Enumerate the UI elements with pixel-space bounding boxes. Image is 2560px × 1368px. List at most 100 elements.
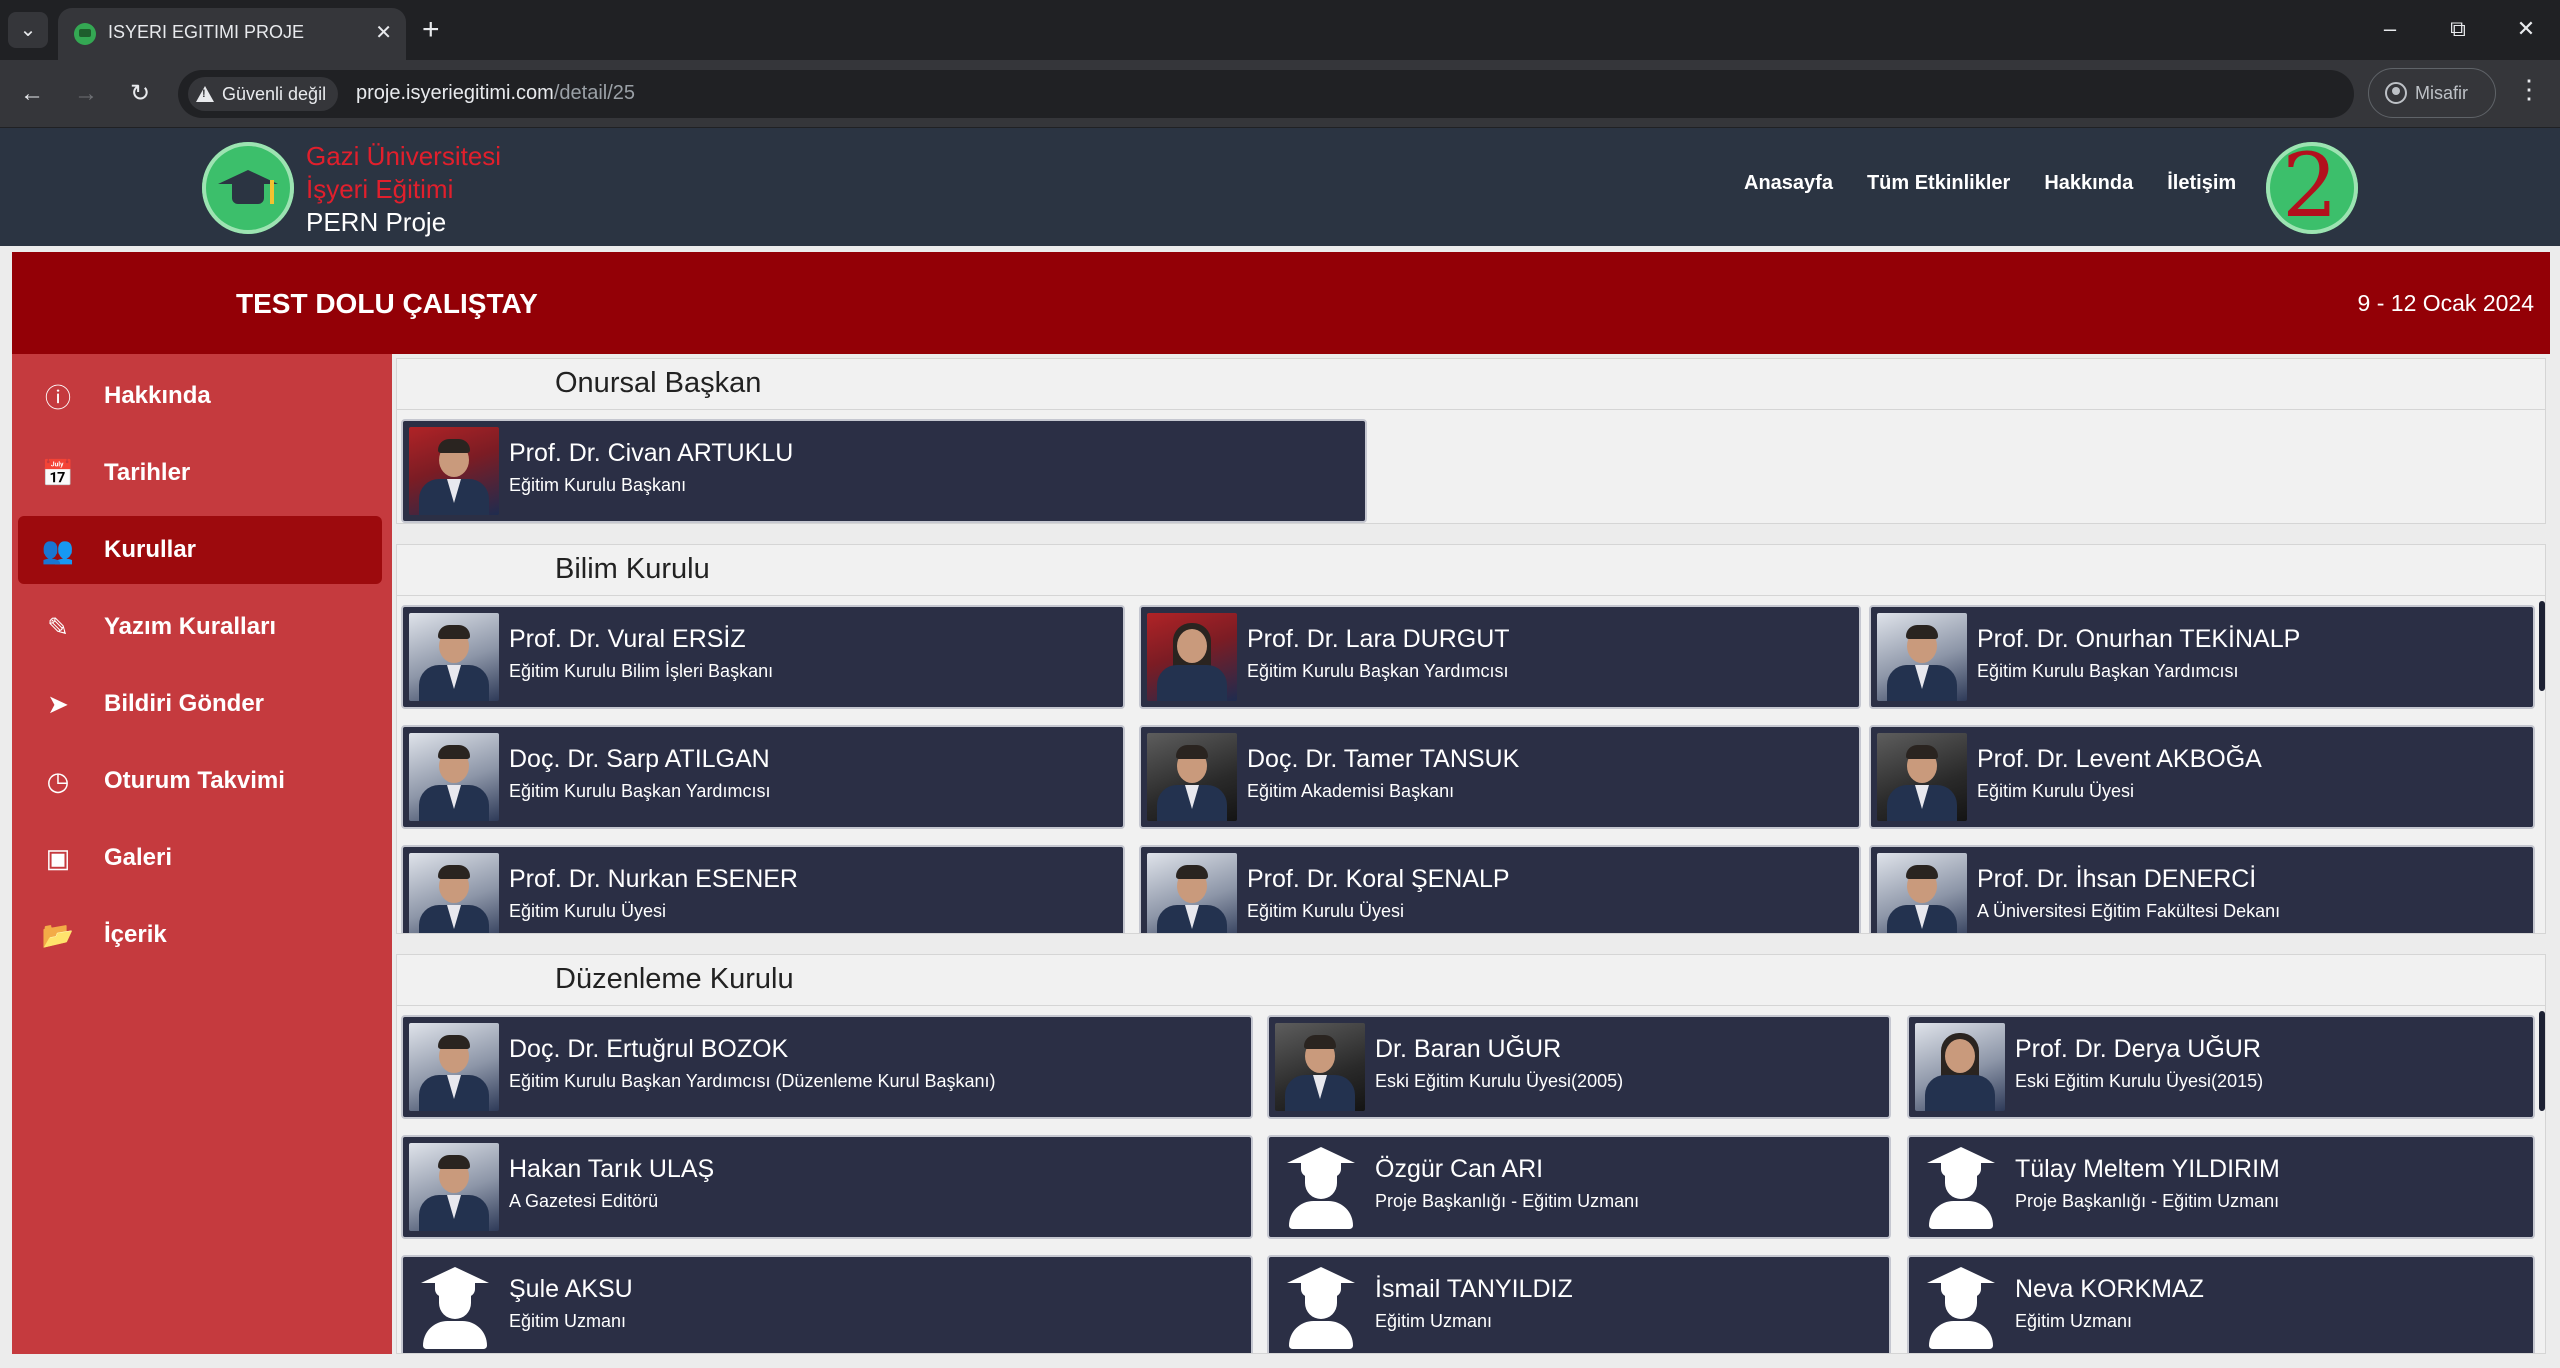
page: Gazi Üniversitesi İşyeri Eğitimi PERN Pr… xyxy=(0,128,2560,1368)
sidebar-item-icerik[interactable]: 📂 İçerik xyxy=(18,901,382,969)
member-role: Eğitim Kurulu Üyesi xyxy=(1247,901,1405,921)
member-photo xyxy=(1877,733,1967,821)
security-label: Güvenli değil xyxy=(222,83,327,104)
member-name: Hakan Tarık ULAŞ xyxy=(509,1155,715,1183)
restore-icon[interactable]: ⧉ xyxy=(2424,0,2492,60)
sidebar-item-kurullar[interactable]: 👥 Kurullar xyxy=(18,516,382,584)
sidebar-item-label: Galeri xyxy=(104,844,173,871)
sidebar-item-tarihler[interactable]: 📅 Tarihler xyxy=(18,439,382,507)
forward-icon[interactable]: → xyxy=(68,76,104,112)
member-photo xyxy=(1915,1023,2005,1111)
nav-anasayfa[interactable]: Anasayfa xyxy=(1744,172,1833,195)
sidebar-item-hakkinda[interactable]: ⓘ Hakkında xyxy=(18,362,382,430)
member-photo xyxy=(409,853,499,933)
reload-icon[interactable]: ↻ xyxy=(122,76,158,112)
member-card[interactable]: İsmail TANYILDIZ Eğitim Uzmanı xyxy=(1267,1255,1891,1353)
section-scrollbar[interactable] xyxy=(2539,601,2545,691)
member-role: Eğitim Kurulu Bilim İşleri Başkanı xyxy=(509,661,774,681)
member-name: Prof. Dr. Civan ARTUKLU xyxy=(509,439,794,467)
close-window-icon[interactable]: ✕ xyxy=(2492,0,2560,60)
section-divider xyxy=(397,409,2545,410)
partner-logo[interactable]: 2 xyxy=(2266,140,2358,234)
url-path: /detail/25 xyxy=(553,82,636,104)
person-icon xyxy=(2385,82,2407,104)
member-role: A Üniversitesi Eğitim Fakültesi Dekanı xyxy=(1977,901,2281,921)
site-favicon-icon xyxy=(74,23,96,45)
committees-content: Onursal Başkan Prof. Dr. Civan ARTUKLU E… xyxy=(392,354,2550,1354)
tab-search-button[interactable]: ⌄ xyxy=(8,12,48,48)
member-card[interactable]: Özgür Can ARI Proje Başkanlığı - Eğitim … xyxy=(1267,1135,1891,1239)
brand-university: Gazi Üniversitesi xyxy=(306,141,502,171)
nav-hakkinda[interactable]: Hakkında xyxy=(2044,172,2133,195)
brand-text[interactable]: Gazi Üniversitesi İşyeri Eğitimi PERN Pr… xyxy=(306,140,501,239)
member-photo xyxy=(409,427,499,515)
member-photo xyxy=(1147,613,1237,701)
warning-icon xyxy=(196,86,214,102)
member-name: Doç. Dr. Tamer TANSUK xyxy=(1247,745,1520,773)
info-circle-icon: ⓘ xyxy=(44,382,71,413)
member-card[interactable]: Prof. Dr. İhsan DENERCİ A Üniversitesi E… xyxy=(1869,845,2535,933)
back-icon[interactable]: ← xyxy=(14,76,50,112)
member-role: Eski Eğitim Kurulu Üyesi(2005) xyxy=(1375,1071,1624,1091)
security-indicator[interactable]: Güvenli değil xyxy=(188,77,339,111)
browser-tab[interactable]: ISYERI EGITIMI PROJE ✕ xyxy=(58,8,406,60)
member-role: Eğitim Kurulu Başkan Yardımcısı xyxy=(509,781,771,801)
sidebar-item-galeri[interactable]: ▣ Galeri xyxy=(18,824,382,892)
event-title: TEST DOLU ÇALIŞTAY xyxy=(236,288,538,319)
section-divider xyxy=(397,595,2545,596)
section-organizing-committee: Düzenleme Kurulu Doç. Dr. Ertuğrul BOZOK… xyxy=(396,954,2546,1354)
sidebar-item-label: Tarihler xyxy=(104,459,191,486)
member-card[interactable]: Neva KORKMAZ Eğitim Uzmanı xyxy=(1907,1255,2535,1353)
section-divider xyxy=(397,1005,2545,1006)
section-title: Bilim Kurulu xyxy=(555,553,710,585)
member-card[interactable]: Tülay Meltem YILDIRIM Proje Başkanlığı -… xyxy=(1907,1135,2535,1239)
profile-label: Misafir xyxy=(2415,82,2468,103)
nav-tum-etkinlikler[interactable]: Tüm Etkinlikler xyxy=(1867,172,2010,195)
member-name: Prof. Dr. Koral ŞENALP xyxy=(1247,865,1510,893)
graduation-cap-logo-icon[interactable] xyxy=(202,142,294,234)
minimize-icon[interactable]: – xyxy=(2356,0,2424,60)
new-tab-button[interactable]: + xyxy=(422,12,440,48)
url-host: proje.isyeriegitimi.com xyxy=(356,82,554,104)
member-role: A Gazetesi Editörü xyxy=(509,1191,659,1211)
sidebar-item-oturum-takvimi[interactable]: ◷ Oturum Takvimi xyxy=(18,747,382,815)
event-banner: TEST DOLU ÇALIŞTAY 9 - 12 Ocak 2024 xyxy=(12,252,2550,354)
member-card[interactable]: Doç. Dr. Sarp ATILGAN Eğitim Kurulu Başk… xyxy=(401,725,1125,829)
member-card[interactable]: Dr. Baran UĞUR Eski Eğitim Kurulu Üyesi(… xyxy=(1267,1015,1891,1119)
close-tab-icon[interactable]: ✕ xyxy=(375,20,392,45)
member-photo xyxy=(409,613,499,701)
member-card[interactable]: Prof. Dr. Vural ERSİZ Eğitim Kurulu Bili… xyxy=(401,605,1125,709)
brand-project: PERN Proje xyxy=(306,207,447,237)
member-card[interactable]: Prof. Dr. Nurkan ESENER Eğitim Kurulu Üy… xyxy=(401,845,1125,933)
member-name: Prof. Dr. Vural ERSİZ xyxy=(509,625,746,653)
pen-icon: ✎ xyxy=(47,611,69,642)
member-card[interactable]: Prof. Dr. Levent AKBOĞA Eğitim Kurulu Üy… xyxy=(1869,725,2535,829)
member-photo xyxy=(409,1143,499,1231)
more-menu-icon[interactable]: ⋮ xyxy=(2514,74,2544,105)
section-scrollbar[interactable] xyxy=(2539,1011,2545,1111)
paper-plane-icon: ➤ xyxy=(47,688,69,719)
member-card[interactable]: Hakan Tarık ULAŞ A Gazetesi Editörü xyxy=(401,1135,1253,1239)
member-photo xyxy=(1147,733,1237,821)
member-card[interactable]: Doç. Dr. Tamer TANSUK Eğitim Akademisi B… xyxy=(1139,725,1861,829)
sidebar-item-yazim-kurallari[interactable]: ✎ Yazım Kuralları xyxy=(18,593,382,661)
profile-button[interactable]: Misafir xyxy=(2368,68,2496,118)
sidebar-item-label: Yazım Kuralları xyxy=(104,613,277,640)
nav-iletisim[interactable]: İletişim xyxy=(2167,172,2236,195)
folder-open-icon: 📂 xyxy=(41,919,75,950)
member-card[interactable]: Şule AKSU Eğitim Uzmanı xyxy=(401,1255,1253,1353)
url-text[interactable]: proje.isyeriegitimi.com/detail/25 xyxy=(356,82,635,105)
member-card[interactable]: Doç. Dr. Ertuğrul BOZOK Eğitim Kurulu Ba… xyxy=(401,1015,1253,1119)
calendar-icon: 📅 xyxy=(41,457,75,488)
member-card[interactable]: Prof. Dr. Lara DURGUT Eğitim Kurulu Başk… xyxy=(1139,605,1861,709)
member-card[interactable]: Prof. Dr. Derya UĞUR Eski Eğitim Kurulu … xyxy=(1907,1015,2535,1119)
member-card[interactable]: Prof. Dr. Koral ŞENALP Eğitim Kurulu Üye… xyxy=(1139,845,1861,933)
member-name: Prof. Dr. İhsan DENERCİ xyxy=(1977,865,2257,893)
member-name: Doç. Dr. Ertuğrul BOZOK xyxy=(509,1035,789,1063)
address-bar[interactable]: Güvenli değil proje.isyeriegitimi.com/de… xyxy=(178,70,2354,118)
sidebar-item-bildiri-gonder[interactable]: ➤ Bildiri Gönder xyxy=(18,670,382,738)
member-card[interactable]: Prof. Dr. Onurhan TEKİNALP Eğitim Kurulu… xyxy=(1869,605,2535,709)
sidebar-item-label: Kurullar xyxy=(104,536,197,563)
member-card[interactable]: Prof. Dr. Civan ARTUKLU Eğitim Kurulu Ba… xyxy=(401,419,1367,523)
graduate-avatar-icon xyxy=(1917,1143,2005,1231)
